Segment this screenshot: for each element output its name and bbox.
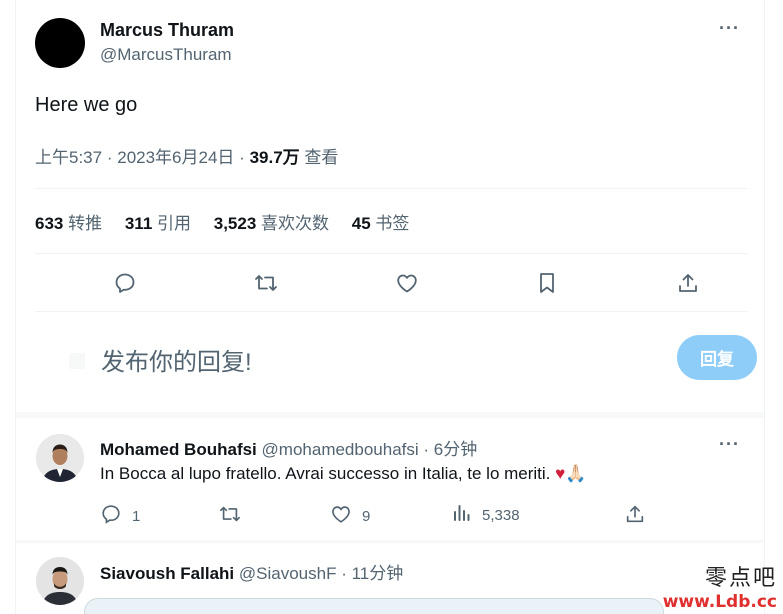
tweet-meta: 上午5:37 · 2023年6月24日 · 39.7万 查看 [35,143,338,168]
quotes-label: 引用 [157,214,192,233]
divider [35,311,747,312]
share-icon[interactable] [675,270,701,296]
reply-button[interactable]: 回复 [677,335,757,380]
author-name[interactable]: Marcus Thuram [100,20,234,41]
reply-text-content: In Bocca al lupo fratello. Avrai success… [100,464,551,483]
meta-dot: · [106,148,113,167]
reply-header: Mohamed Bouhafsi @mohamedbouhafsi · 6分钟 [100,435,477,460]
reply-reply-button[interactable]: 1 [100,503,140,529]
quotes-count: 311 [124,214,153,233]
like-icon[interactable] [394,270,420,296]
reply-share-button[interactable] [624,503,646,529]
more-options-icon[interactable]: ··· [719,434,740,455]
reply-author-handle[interactable]: @SiavoushF [239,564,337,583]
tweet-date[interactable]: 2023年6月24日 [117,148,234,167]
quotes-stat[interactable]: 311 引用 [125,214,191,233]
likes-label: 喜欢次数 [261,214,330,233]
likes-count: 3,523 [213,214,257,233]
reply-author-handle[interactable]: @mohamedbouhafsi [262,440,419,459]
tweet-stats: 633 转推 311 引用 3,523 喜欢次数 45 书签 [35,209,427,234]
tweet-actions [35,266,747,300]
reply-header: Siavoush Fallahi @SiavoushF · 11分钟 [100,559,403,584]
more-options-icon[interactable]: ··· [719,18,740,39]
right-border [764,0,765,614]
retweet-icon [218,503,242,529]
watermark-text-top: 零点吧 [704,566,777,591]
like-icon [330,503,352,529]
views-icon [452,503,472,527]
reply-input[interactable]: 发布你的回复! [101,342,252,377]
reply-emoji: ♥🙏🏻 [555,464,587,483]
reply-time[interactable]: · 11分钟 [341,564,403,583]
retweet-icon[interactable] [253,270,279,296]
reply-count: 1 [132,507,141,525]
media-preview[interactable] [84,598,664,614]
reply-author-name[interactable]: Mohamed Bouhafsi [100,440,257,459]
share-icon [624,503,646,529]
retweets-stat[interactable]: 633 转推 [35,214,102,233]
bookmarks-stat[interactable]: 45 书签 [352,214,410,233]
reply-avatar-placeholder [69,353,85,369]
reply-text: In Bocca al lupo fratello. Avrai success… [100,464,586,484]
reply-avatar[interactable] [36,434,84,482]
reply-time[interactable]: · 6分钟 [423,440,477,459]
views-count: 5,338 [482,506,520,524]
views-count: 39.7万 [249,148,300,167]
reply-avatar[interactable] [36,557,84,605]
like-count: 9 [362,507,371,525]
divider [35,188,747,189]
retweets-count: 633 [35,214,64,233]
tweet-time[interactable]: 上午5:37 [35,148,102,167]
retweets-label: 转推 [68,214,103,233]
reply-icon[interactable] [112,270,138,296]
reply-author-name[interactable]: Siavoush Fallahi [100,564,234,583]
reply-like-button[interactable]: 9 [330,503,370,529]
bookmarks-label: 书签 [375,214,410,233]
views-label: 查看 [304,148,339,167]
divider [35,253,747,254]
reply-retweet-button[interactable] [218,503,242,529]
watermark-text-bottom: www.Ldb.cc [662,592,777,612]
bookmarks-count: 45 [351,214,371,233]
main-tweet: Marcus Thuram @MarcusThuram ··· Here we … [16,0,764,412]
reply-icon [100,503,122,529]
tweet-text: Here we go [35,94,138,116]
author-handle[interactable]: @MarcusThuram [100,45,232,65]
meta-dot: · [239,148,245,167]
reply-item[interactable]: Mohamed Bouhafsi @mohamedbouhafsi · 6分钟 … [16,418,764,540]
watermark: 零点吧 www.Ldb.cc [663,560,777,612]
likes-stat[interactable]: 3,523 喜欢次数 [214,214,329,233]
bookmark-icon[interactable] [534,270,560,296]
reply-actions: 1 9 5,338 [100,503,660,527]
reply-views-button[interactable]: 5,338 [452,503,520,527]
author-avatar[interactable] [35,18,85,68]
